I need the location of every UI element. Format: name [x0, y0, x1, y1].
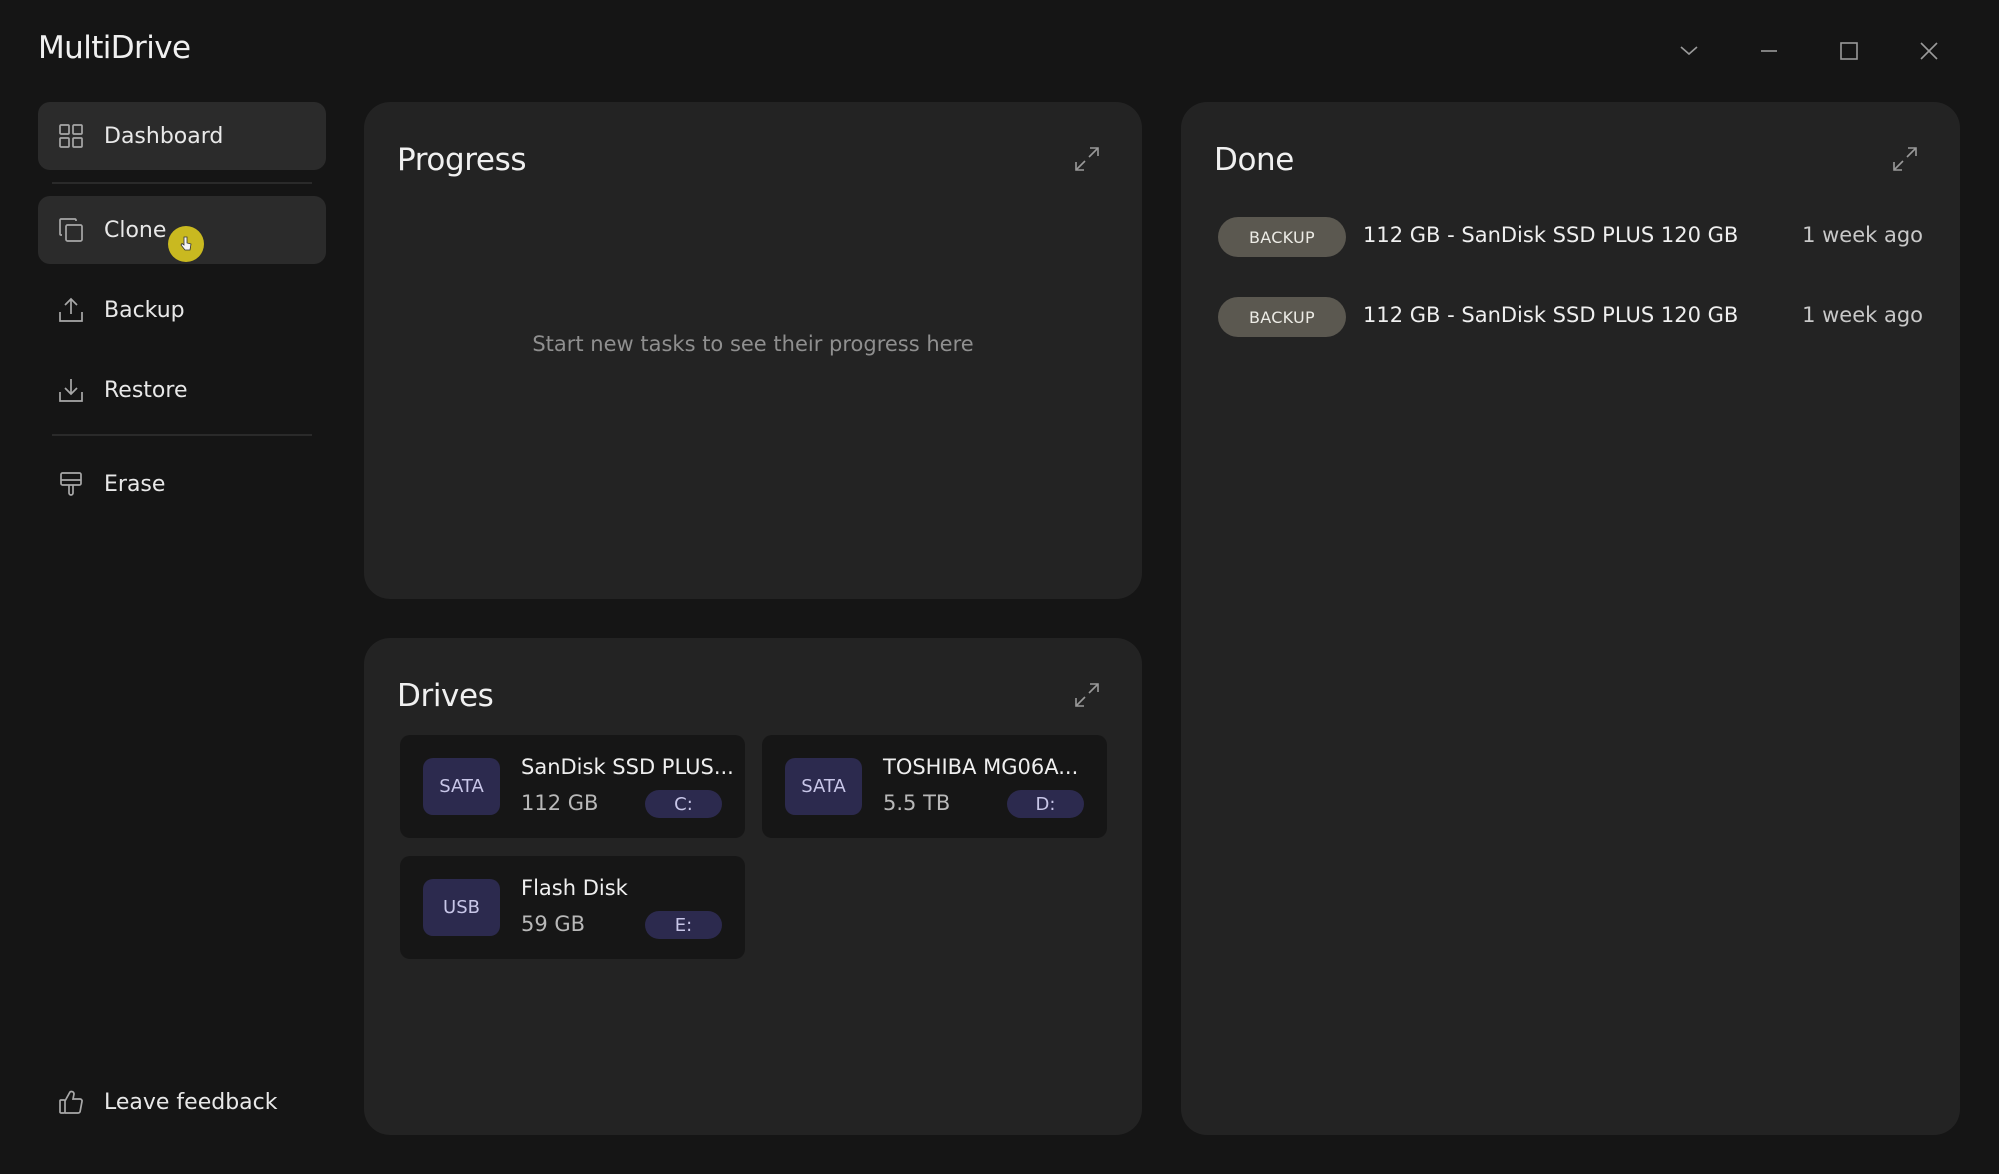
drive-card[interactable]: SATA SanDisk SSD PLUS... 112 GB C:	[400, 735, 745, 838]
sidebar-divider	[52, 434, 312, 436]
app-window: MultiDrive Dashboard Clone Backup Restor…	[0, 0, 1999, 1174]
chevron-down-icon[interactable]	[1649, 30, 1729, 72]
drive-type-badge: SATA	[423, 758, 500, 815]
window-controls	[1649, 30, 1969, 72]
done-panel: Done BACKUP 112 GB - SanDisk SSD PLUS 12…	[1181, 102, 1960, 1135]
mouse-cursor-icon	[168, 226, 204, 262]
task-timestamp: 1 week ago	[1802, 223, 1923, 247]
leave-feedback-button[interactable]: Leave feedback	[38, 1068, 326, 1136]
drive-card[interactable]: SATA TOSHIBA MG06A... 5.5 TB D:	[762, 735, 1107, 838]
done-title: Done	[1214, 142, 1294, 178]
drive-size: 59 GB	[521, 912, 586, 936]
sidebar-item-restore[interactable]: Restore	[38, 356, 326, 424]
sidebar-item-erase[interactable]: Erase	[38, 450, 326, 518]
app-title: MultiDrive	[38, 30, 191, 66]
done-list-item[interactable]: BACKUP 112 GB - SanDisk SSD PLUS 120 GB …	[1218, 217, 1923, 257]
feedback-label: Leave feedback	[104, 1089, 278, 1115]
expand-icon[interactable]	[1888, 142, 1922, 176]
drive-letter-badge: C:	[645, 790, 722, 818]
expand-icon[interactable]	[1070, 678, 1104, 712]
sidebar-item-dashboard[interactable]: Dashboard	[38, 102, 326, 170]
progress-empty-message: Start new tasks to see their progress he…	[532, 332, 974, 356]
sidebar-item-label: Restore	[104, 377, 188, 403]
sidebar-item-backup[interactable]: Backup	[38, 276, 326, 344]
task-timestamp: 1 week ago	[1802, 303, 1923, 327]
clone-icon	[56, 215, 86, 245]
done-list-item[interactable]: BACKUP 112 GB - SanDisk SSD PLUS 120 GB …	[1218, 297, 1923, 337]
drive-letter-badge: D:	[1007, 790, 1084, 818]
download-icon	[56, 375, 86, 405]
drive-size: 112 GB	[521, 791, 599, 815]
sidebar-item-label: Erase	[104, 471, 166, 497]
drives-panel: Drives SATA SanDisk SSD PLUS... 112 GB C…	[364, 638, 1142, 1135]
expand-icon[interactable]	[1070, 142, 1104, 176]
brush-icon	[56, 469, 86, 499]
maximize-icon[interactable]	[1809, 30, 1889, 72]
drive-size: 5.5 TB	[883, 791, 951, 815]
close-icon[interactable]	[1889, 30, 1969, 72]
sidebar-item-label: Backup	[104, 297, 185, 323]
drives-title: Drives	[397, 678, 494, 714]
sidebar-item-label: Dashboard	[104, 123, 224, 149]
upload-icon	[56, 295, 86, 325]
drive-type-badge: USB	[423, 879, 500, 936]
drive-card[interactable]: USB Flash Disk 59 GB E:	[400, 856, 745, 959]
progress-panel: Progress Start new tasks to see their pr…	[364, 102, 1142, 599]
drive-name: SanDisk SSD PLUS...	[521, 755, 734, 779]
grid-icon	[56, 121, 86, 151]
drive-name: Flash Disk	[521, 876, 628, 900]
drive-type-badge: SATA	[785, 758, 862, 815]
progress-title: Progress	[397, 142, 527, 178]
task-description: 112 GB - SanDisk SSD PLUS 120 GB	[1363, 223, 1739, 247]
thumbs-up-icon	[56, 1087, 86, 1117]
task-type-badge: BACKUP	[1218, 297, 1346, 337]
minimize-icon[interactable]	[1729, 30, 1809, 72]
task-description: 112 GB - SanDisk SSD PLUS 120 GB	[1363, 303, 1739, 327]
drive-letter-badge: E:	[645, 911, 722, 939]
sidebar-item-label: Clone	[104, 217, 167, 243]
task-type-badge: BACKUP	[1218, 217, 1346, 257]
sidebar-divider	[52, 182, 312, 184]
drive-name: TOSHIBA MG06A...	[883, 755, 1079, 779]
